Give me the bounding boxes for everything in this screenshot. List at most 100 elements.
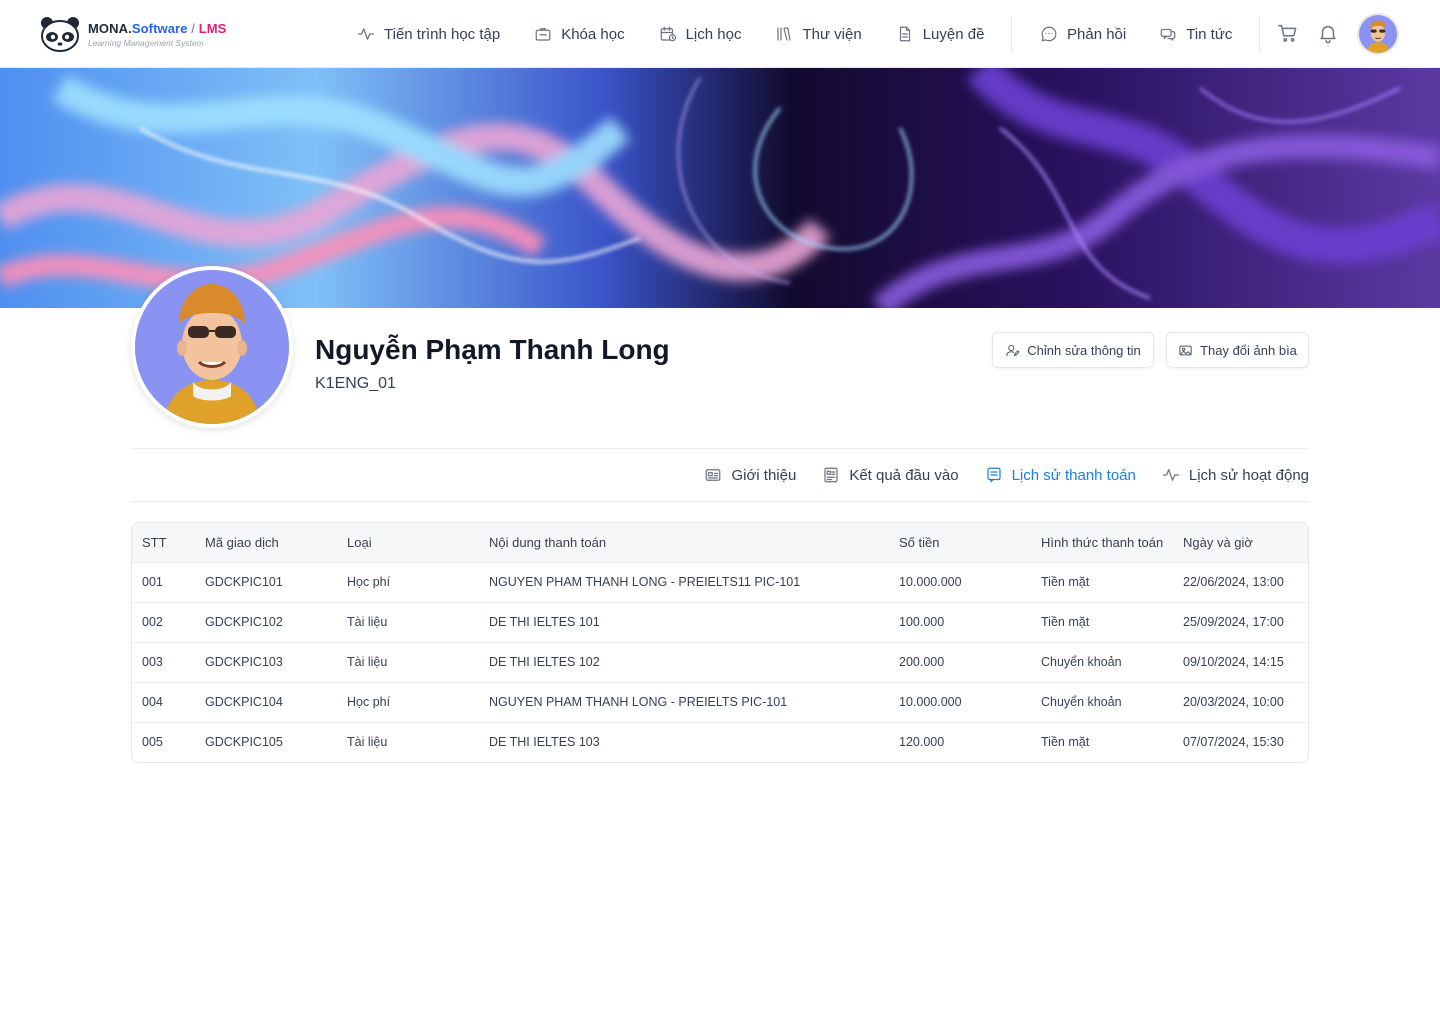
notifications-button[interactable] — [1317, 22, 1341, 46]
column-header-amount[interactable]: Số tiền — [889, 523, 1031, 562]
tab-payment-history[interactable]: Lịch sử thanh toán — [985, 466, 1136, 484]
profile-avatar-image — [135, 270, 289, 424]
avatar-image — [1359, 15, 1397, 53]
brand-logo[interactable]: MONA.Software / LMS Learning Management … — [38, 14, 226, 54]
document-icon — [899, 26, 910, 42]
user-edit-icon — [1006, 344, 1020, 356]
activity-icon — [1162, 469, 1179, 481]
table-header-row: STT Mã giao dịch Loại Nội dung thanh toá… — [132, 523, 1308, 562]
cell-type: Tài liệu — [337, 721, 479, 762]
tab-activity-history[interactable]: Lịch sử hoạt động — [1162, 466, 1309, 484]
nav-divider — [1259, 16, 1260, 52]
cell-amount: 100.000 — [889, 601, 1031, 642]
top-navigation-bar: MONA.Software / LMS Learning Management … — [0, 0, 1440, 68]
cell-type: Học phí — [337, 561, 479, 602]
tab-entrance-results[interactable]: Kết quả đầu vào — [822, 466, 959, 484]
table-row[interactable]: 002 GDCKPIC102 Tài liệu DE THI IELTES 10… — [132, 601, 1308, 642]
divider — [131, 501, 1309, 502]
profile-avatar[interactable] — [131, 266, 293, 428]
cell-amount: 200.000 — [889, 641, 1031, 682]
cart-icon — [1278, 24, 1297, 42]
cell-description: NGUYEN PHAM THANH LONG - PREIELTS11 PIC-… — [479, 561, 889, 602]
nav-item-courses[interactable]: Khóa học — [534, 0, 625, 68]
cart-button[interactable] — [1277, 22, 1301, 46]
nav-item-schedule[interactable]: Lịch học — [659, 0, 742, 68]
cell-datetime: 22/06/2024, 13:00 — [1173, 561, 1308, 602]
profile-tabs: Giới thiệu Kết quả đầu vào Lịch sử thanh… — [678, 449, 1309, 501]
cell-payment-method: Chuyển khoản — [1031, 681, 1173, 722]
nav-item-label: Luyện đề — [922, 25, 985, 43]
main-nav: Tiến trình học tập Khóa học Lịch học Thư… — [357, 0, 984, 68]
nav-item-learning-progress[interactable]: Tiến trình học tập — [357, 0, 500, 68]
column-header-transaction-id[interactable]: Mã giao dịch — [195, 523, 337, 562]
column-header-stt[interactable]: STT — [132, 523, 195, 562]
library-icon — [777, 27, 792, 41]
tab-label: Kết quả đầu vào — [849, 466, 959, 484]
cell-datetime: 07/07/2024, 15:30 — [1173, 721, 1308, 762]
cell-datetime: 09/10/2024, 14:15 — [1173, 641, 1308, 682]
cell-description: DE THI IELTES 101 — [479, 601, 889, 642]
nav-item-news[interactable]: Tin tức — [1159, 0, 1232, 68]
edit-profile-button[interactable]: Chỉnh sửa thông tin — [992, 332, 1154, 368]
cell-stt: 003 — [132, 641, 195, 682]
tab-label: Giới thiệu — [731, 466, 797, 484]
nav-item-label: Phản hồi — [1067, 25, 1127, 43]
nav-item-label: Thư viện — [802, 25, 862, 43]
cell-payment-method: Tiền mặt — [1031, 601, 1173, 642]
cell-datetime: 20/03/2024, 10:00 — [1173, 681, 1308, 722]
receipt-icon — [986, 467, 1001, 483]
nav-item-label: Tiến trình học tập — [384, 25, 501, 43]
nav-item-library[interactable]: Thư viện — [775, 0, 862, 68]
cell-type: Học phí — [337, 681, 479, 722]
table-row[interactable]: 003 GDCKPIC103 Tài liệu DE THI IELTES 10… — [132, 641, 1308, 682]
cell-transaction-id: GDCKPIC102 — [195, 601, 337, 642]
activity-icon — [357, 28, 375, 40]
brand-name: MONA.Software / LMS — [88, 20, 227, 36]
cell-payment-method: Chuyển khoản — [1031, 641, 1173, 682]
cell-payment-method: Tiền mặt — [1031, 561, 1173, 602]
cell-transaction-id: GDCKPIC101 — [195, 561, 337, 602]
column-header-datetime[interactable]: Ngày và giờ — [1173, 523, 1308, 562]
column-header-type[interactable]: Loại — [337, 523, 479, 562]
change-cover-button[interactable]: Thay đổi ảnh bìa — [1166, 332, 1309, 368]
table-row[interactable]: 005 GDCKPIC105 Tài liệu DE THI IELTES 10… — [132, 721, 1308, 762]
change-cover-label: Thay đổi ảnh bìa — [1200, 342, 1297, 358]
calendar-clock-icon — [660, 26, 676, 42]
cell-type: Tài liệu — [337, 601, 479, 642]
cell-stt: 005 — [132, 721, 195, 762]
bell-icon — [1320, 25, 1336, 44]
nav-item-label: Lịch học — [685, 25, 742, 43]
cell-payment-method: Tiền mặt — [1031, 721, 1173, 762]
cell-description: NGUYEN PHAM THANH LONG - PREIELTS PIC-10… — [479, 681, 889, 722]
messages-icon — [1160, 28, 1176, 41]
cell-stt: 002 — [132, 601, 195, 642]
user-avatar-menu[interactable] — [1357, 13, 1399, 55]
payment-history-table: STT Mã giao dịch Loại Nội dung thanh toá… — [131, 522, 1309, 763]
cell-transaction-id: GDCKPIC104 — [195, 681, 337, 722]
column-header-payment-method[interactable]: Hình thức thanh toán — [1031, 523, 1173, 562]
tab-label: Lịch sử thanh toán — [1011, 466, 1136, 484]
nav-divider — [1011, 16, 1012, 52]
tab-label: Lịch sử hoạt động — [1188, 466, 1309, 484]
table-row[interactable]: 004 GDCKPIC104 Học phí NGUYEN PHAM THANH… — [132, 681, 1308, 722]
cell-amount: 10.000.000 — [889, 561, 1031, 602]
brand-tagline: Learning Management System — [88, 37, 204, 48]
nav-item-label: Tin tức — [1186, 25, 1233, 43]
profile-name: Nguyễn Phạm Thanh Long — [315, 334, 670, 365]
cell-amount: 120.000 — [889, 721, 1031, 762]
cell-stt: 004 — [132, 681, 195, 722]
cell-amount: 10.000.000 — [889, 681, 1031, 722]
id-card-icon — [706, 469, 721, 481]
cell-stt: 001 — [132, 561, 195, 602]
cell-datetime: 25/09/2024, 17:00 — [1173, 601, 1308, 642]
tab-introduction[interactable]: Giới thiệu — [704, 466, 796, 484]
briefcase-icon — [535, 28, 551, 41]
table-row[interactable]: 001 GDCKPIC101 Học phí NGUYEN PHAM THANH… — [132, 561, 1308, 602]
cell-type: Tài liệu — [337, 641, 479, 682]
report-icon — [824, 467, 838, 483]
column-header-description[interactable]: Nội dung thanh toán — [479, 523, 889, 562]
nav-item-practice-tests[interactable]: Luyện đề — [896, 0, 985, 68]
secondary-nav: Phản hồi Tin tức — [1040, 0, 1232, 68]
nav-item-feedback[interactable]: Phản hồi — [1040, 0, 1126, 68]
panda-logo-icon — [41, 17, 79, 52]
